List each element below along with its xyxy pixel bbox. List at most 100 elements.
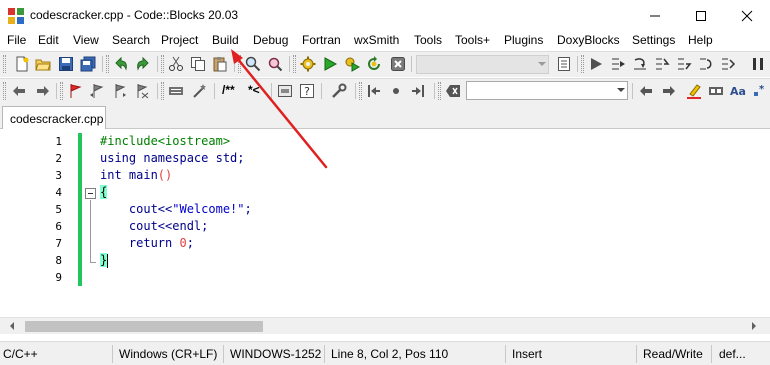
menu-view[interactable]: View xyxy=(73,33,99,47)
menu-doxyblocks[interactable]: DoxyBlocks xyxy=(557,33,620,47)
scroll-right-icon[interactable] xyxy=(752,322,756,330)
menu-file[interactable]: File xyxy=(7,33,26,47)
paste-icon[interactable] xyxy=(212,56,228,72)
replace-icon[interactable] xyxy=(267,56,283,72)
cut-icon[interactable] xyxy=(168,56,184,72)
doxygen-run-icon[interactable] xyxy=(277,83,293,99)
toolbar-grip[interactable] xyxy=(161,82,164,100)
step-out-icon[interactable] xyxy=(676,56,692,72)
code-line[interactable]: return 0; xyxy=(100,236,194,250)
jump-marker-icon[interactable] xyxy=(388,83,404,99)
toolbar-separator xyxy=(157,56,158,72)
match-case-icon[interactable]: Aa xyxy=(730,83,746,99)
bookmark-previous-icon[interactable] xyxy=(89,83,105,99)
pause-icon[interactable] xyxy=(750,56,766,72)
arrow-right-icon[interactable] xyxy=(35,83,51,99)
jump-forward-icon[interactable] xyxy=(410,83,426,99)
code-token: 0 xyxy=(179,236,187,250)
scroll-left-icon[interactable] xyxy=(10,322,14,330)
menu-wxsmith[interactable]: wxSmith xyxy=(354,33,399,47)
fold-toggle-icon[interactable] xyxy=(85,188,96,199)
close-button[interactable] xyxy=(724,0,770,31)
toolbar-grip[interactable] xyxy=(3,82,6,100)
toolbar-grip[interactable] xyxy=(359,82,362,100)
redo-icon[interactable] xyxy=(135,56,151,72)
code-token: ; xyxy=(186,236,194,250)
wrench-icon[interactable] xyxy=(331,83,347,99)
minimize-button[interactable] xyxy=(632,0,678,31)
copy-icon[interactable] xyxy=(190,56,206,72)
code-line[interactable]: cout<<"Welcome!"; xyxy=(100,202,252,216)
run-icon[interactable] xyxy=(322,56,338,72)
code-line[interactable]: using namespace std; xyxy=(100,151,245,165)
build-target-dropdown[interactable] xyxy=(416,55,549,74)
find-icon[interactable] xyxy=(245,56,261,72)
menu-project[interactable]: Project xyxy=(161,33,198,47)
save-all-icon[interactable] xyxy=(80,56,96,72)
bookmark-next-icon[interactable] xyxy=(111,83,127,99)
run-to-cursor-icon[interactable] xyxy=(610,56,626,72)
menu-build[interactable]: Build xyxy=(212,33,239,47)
undo-icon[interactable] xyxy=(113,56,129,72)
search-input[interactable] xyxy=(466,81,628,100)
bookmark-clear-icon[interactable] xyxy=(133,83,149,99)
rebuild-icon[interactable] xyxy=(366,56,382,72)
menu-help[interactable]: Help xyxy=(688,33,713,47)
code-completion-icon[interactable] xyxy=(168,83,184,99)
selected-text-icon[interactable] xyxy=(708,83,724,99)
menu-fortran[interactable]: Fortran xyxy=(302,33,341,47)
bookmark-toggle-icon[interactable] xyxy=(67,83,83,99)
abort-icon[interactable] xyxy=(390,56,406,72)
arrow-left-icon[interactable] xyxy=(11,83,27,99)
find-next-icon[interactable] xyxy=(661,83,677,99)
menu-search[interactable]: Search xyxy=(112,33,150,47)
toolbar-grip[interactable] xyxy=(161,55,164,73)
next-instruction-icon[interactable] xyxy=(698,56,714,72)
step-icon[interactable] xyxy=(632,56,648,72)
build-icon[interactable] xyxy=(300,56,316,72)
toolbar-grip[interactable] xyxy=(293,55,296,73)
menu-tools[interactable]: Tools xyxy=(414,33,442,47)
toolbar-separator xyxy=(632,83,633,99)
regex-icon[interactable]: * xyxy=(752,83,768,99)
code-line[interactable]: { xyxy=(100,185,108,199)
code-line[interactable]: int main() xyxy=(100,168,172,182)
save-icon[interactable] xyxy=(58,56,74,72)
line-number: 9 xyxy=(55,271,62,284)
tab-codescracker-cpp[interactable]: codescracker.cpp xyxy=(2,106,106,130)
new-file-icon[interactable] xyxy=(14,56,30,72)
line-number: 7 xyxy=(55,237,62,250)
toolbar-grip[interactable] xyxy=(581,55,584,73)
insert-comment-block-button[interactable]: /** xyxy=(222,83,235,97)
chm-help-icon[interactable]: ? xyxy=(299,83,315,99)
open-file-icon[interactable] xyxy=(35,56,51,72)
toolbar-grip[interactable] xyxy=(438,82,441,100)
find-previous-icon[interactable] xyxy=(638,83,654,99)
maximize-button[interactable] xyxy=(678,0,724,31)
jump-back-icon[interactable] xyxy=(366,83,382,99)
horizontal-scrollbar[interactable] xyxy=(0,317,770,334)
clear-search-icon[interactable] xyxy=(445,83,461,99)
step-into-instruction-icon[interactable] xyxy=(720,56,736,72)
code-editor[interactable]: 1 2 3 4 5 6 7 8 9 #include<iostream> usin… xyxy=(0,129,770,317)
menu-settings[interactable]: Settings xyxy=(632,33,675,47)
build-and-run-icon[interactable] xyxy=(344,56,360,72)
debug-run-icon[interactable] xyxy=(588,56,604,72)
menu-tools-plus[interactable]: Tools+ xyxy=(455,33,490,47)
jump-icon[interactable] xyxy=(556,56,572,72)
toolbar-grip[interactable] xyxy=(238,55,241,73)
code-line[interactable]: cout<<endl; xyxy=(100,219,208,233)
scrollbar-thumb[interactable] xyxy=(25,321,263,332)
toolbar-grip[interactable] xyxy=(106,55,109,73)
insert-line-comment-button[interactable]: *< xyxy=(248,83,260,97)
toolbar-grip[interactable] xyxy=(3,55,6,73)
menu-edit[interactable]: Edit xyxy=(38,33,59,47)
step-into-icon[interactable] xyxy=(654,56,670,72)
code-token: { xyxy=(100,185,108,199)
code-line[interactable]: #include<iostream> xyxy=(100,134,230,148)
highlight-icon[interactable] xyxy=(686,83,702,99)
toolbar-grip[interactable] xyxy=(60,82,63,100)
menu-plugins[interactable]: Plugins xyxy=(504,33,543,47)
doxywizard-icon[interactable] xyxy=(192,83,208,99)
menu-debug[interactable]: Debug xyxy=(253,33,288,47)
